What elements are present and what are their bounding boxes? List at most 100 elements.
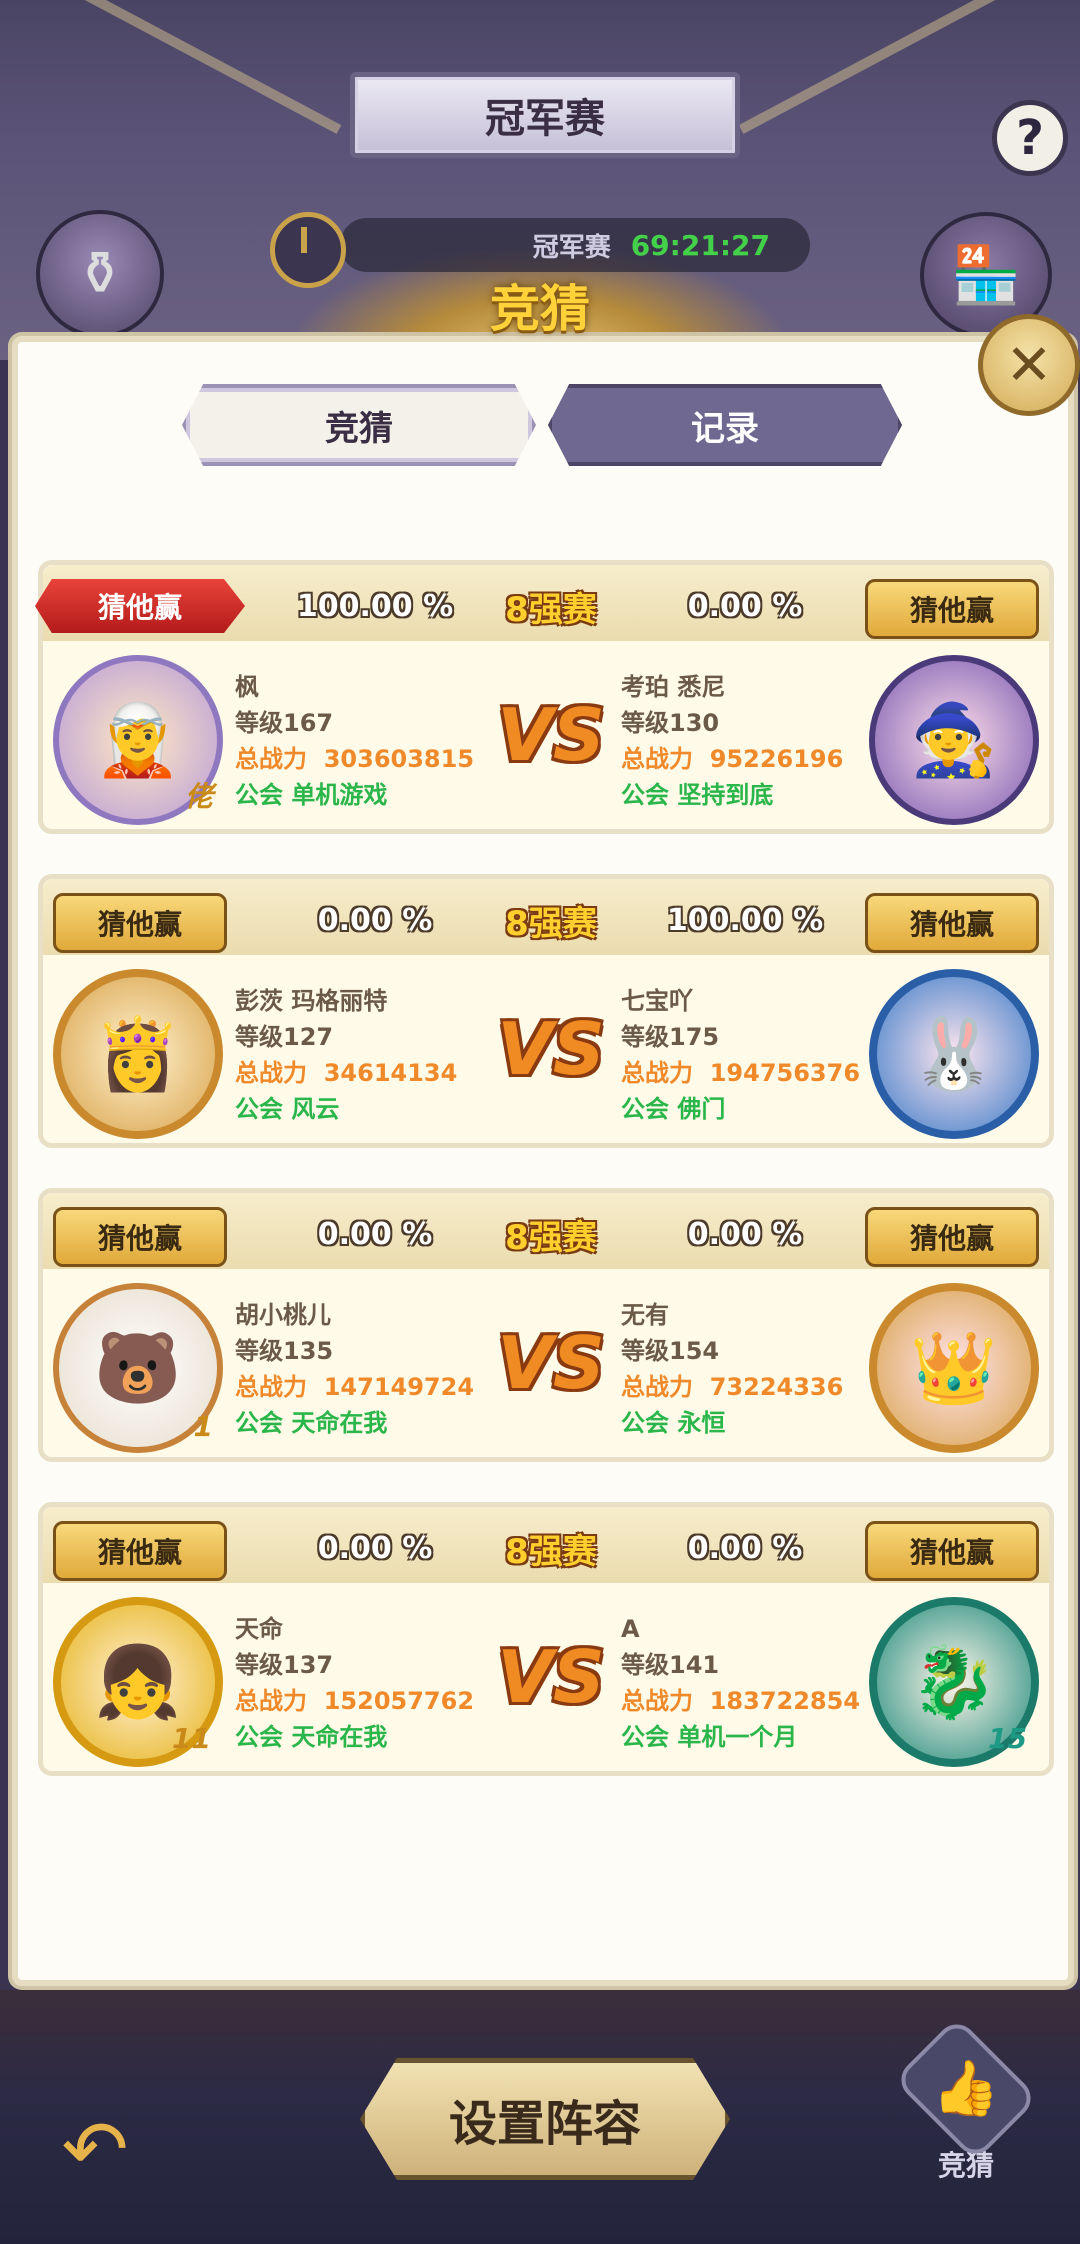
player-avatar-right[interactable]: 👑	[869, 1283, 1039, 1453]
stage-label: 8强赛	[505, 1217, 597, 1258]
guess-right-button[interactable]: 猜他赢	[865, 1521, 1039, 1581]
power-value: 95226196	[709, 745, 844, 773]
guild-value: 风云	[291, 1095, 340, 1123]
power-value: 147149724	[323, 1373, 475, 1401]
guess-left-button[interactable]: 猜他赢	[53, 1207, 227, 1267]
player-guild: 公会 天命在我	[235, 1405, 495, 1441]
avatar-badge: 1	[193, 1410, 213, 1443]
power-label: 总战力	[621, 1059, 693, 1087]
guild-label: 公会	[621, 1723, 669, 1751]
close-button[interactable]: ✕	[978, 314, 1080, 416]
power-value: 194756376	[709, 1059, 861, 1087]
vs-emblem: VS	[497, 1635, 605, 1719]
player-level: 等级135	[235, 1337, 334, 1365]
page-title: 冠军赛	[350, 72, 740, 158]
player-guild: 公会 天命在我	[235, 1719, 495, 1755]
player-guild: 公会 永恒	[621, 1405, 881, 1441]
guess-left-button[interactable]: 猜他赢	[53, 893, 227, 953]
frame-beam	[18, 0, 342, 134]
vs-emblem: VS	[497, 1321, 605, 1405]
player-guild: 公会 佛门	[621, 1091, 881, 1127]
vs-emblem: VS	[497, 1007, 605, 1091]
player-avatar-left[interactable]: 👸	[53, 969, 223, 1139]
help-button[interactable]: ?	[992, 100, 1068, 176]
player-info-left: 枫 等级167 总战力 303603815 公会 单机游戏	[235, 669, 495, 813]
guild-label: 公会	[621, 781, 669, 809]
countdown-label: 冠军赛	[532, 232, 611, 263]
stage-label: 8强赛	[505, 903, 597, 944]
player-avatar-right[interactable]: 🐰	[869, 969, 1039, 1139]
right-percent: 0.00 %	[687, 588, 803, 624]
player-info-left: 胡小桃儿 等级135 总战力 147149724 公会 天命在我	[235, 1297, 495, 1441]
player-name: 七宝吖	[621, 987, 693, 1015]
match-card: 猜他赢 0.00 % 8强赛 0.00 % 猜他赢 🐻 1 胡小桃儿 等级135…	[38, 1188, 1054, 1462]
guess-right-button[interactable]: 猜他赢	[865, 1207, 1039, 1267]
player-avatar-left[interactable]: 🐻 1	[53, 1283, 223, 1453]
back-arrow-icon[interactable]: ↶	[40, 2103, 150, 2196]
power-value: 152057762	[323, 1687, 475, 1715]
player-level: 等级141	[621, 1651, 720, 1679]
player-avatar-left[interactable]: 🧝 佬	[53, 655, 223, 825]
right-percent: 0.00 %	[687, 1530, 803, 1566]
player-name: 考珀 悉尼	[621, 673, 726, 701]
player-avatar-right[interactable]: 🧙	[869, 655, 1039, 825]
guess-nav-button[interactable]: 👍 竞猜	[893, 2016, 1039, 2184]
guess-right-button[interactable]: 猜他赢	[865, 893, 1039, 953]
player-level: 等级137	[235, 1651, 334, 1679]
avatar-badge: 15	[988, 1722, 1027, 1755]
player-name: 彭茨 玛格丽特	[235, 987, 388, 1015]
countdown-value: 69:21:27	[630, 228, 770, 262]
player-name: 天命	[235, 1615, 283, 1643]
player-info-right: A 等级141 总战力 183722854 公会 单机一个月	[621, 1611, 881, 1755]
trophy-cup-icon[interactable]: ⚱	[36, 210, 164, 338]
dialog-title: 竞猜	[490, 280, 590, 338]
avatar-portrait-icon: 🐉	[910, 1640, 998, 1723]
setup-lineup-button[interactable]: 设置阵容	[360, 2058, 730, 2180]
guess-left-button[interactable]: 猜他赢	[35, 579, 245, 633]
left-percent: 100.00 %	[296, 588, 454, 624]
guild-value: 佛门	[677, 1095, 726, 1123]
power-label: 总战力	[235, 1373, 307, 1401]
left-percent: 0.00 %	[317, 1216, 433, 1252]
stage-label: 8强赛	[505, 1531, 597, 1572]
player-level: 等级127	[235, 1023, 334, 1051]
player-level: 等级154	[621, 1337, 720, 1365]
guild-label: 公会	[621, 1095, 669, 1123]
player-level: 等级130	[621, 709, 720, 737]
avatar-badge: 佬	[184, 780, 213, 813]
guild-label: 公会	[235, 781, 283, 809]
guild-value: 永恒	[677, 1409, 726, 1437]
power-value: 73224336	[709, 1373, 844, 1401]
avatar-badge: 11	[172, 1722, 211, 1755]
avatar-portrait-icon: 🧝	[94, 698, 182, 781]
tab-record[interactable]: 记录	[548, 384, 902, 466]
power-label: 总战力	[235, 745, 307, 773]
player-power: 总战力 152057762	[235, 1683, 495, 1719]
power-value: 34614134	[323, 1059, 458, 1087]
player-guild: 公会 单机一个月	[621, 1719, 881, 1755]
stage-label: 8强赛	[505, 589, 597, 630]
right-percent: 0.00 %	[687, 1216, 803, 1252]
countdown-bar: 冠军赛 69:21:27	[340, 218, 810, 272]
player-avatar-left[interactable]: 👧 11	[53, 1597, 223, 1767]
player-info-right: 无有 等级154 总战力 73224336 公会 永恒	[621, 1297, 881, 1441]
player-guild: 公会 单机游戏	[235, 777, 495, 813]
player-avatar-right[interactable]: 🐉 15	[869, 1597, 1039, 1767]
guild-value: 天命在我	[291, 1723, 388, 1751]
right-percent: 100.00 %	[666, 902, 824, 938]
power-value: 183722854	[709, 1687, 861, 1715]
power-label: 总战力	[235, 1687, 307, 1715]
guess-right-button[interactable]: 猜他赢	[865, 579, 1039, 639]
guess-left-button[interactable]: 猜他赢	[53, 1521, 227, 1581]
avatar-portrait-icon: 🐻	[94, 1326, 182, 1409]
player-power: 总战力 303603815	[235, 741, 495, 777]
avatar-portrait-icon: 🐰	[910, 1012, 998, 1095]
tab-guess[interactable]: 竞猜	[182, 384, 536, 466]
player-level: 等级175	[621, 1023, 720, 1051]
player-name: 无有	[621, 1301, 669, 1329]
question-icon: ?	[1016, 110, 1044, 166]
guild-label: 公会	[235, 1095, 283, 1123]
power-value: 303603815	[323, 745, 475, 773]
player-power: 总战力 95226196	[621, 741, 881, 777]
player-name: 胡小桃儿	[235, 1301, 331, 1329]
